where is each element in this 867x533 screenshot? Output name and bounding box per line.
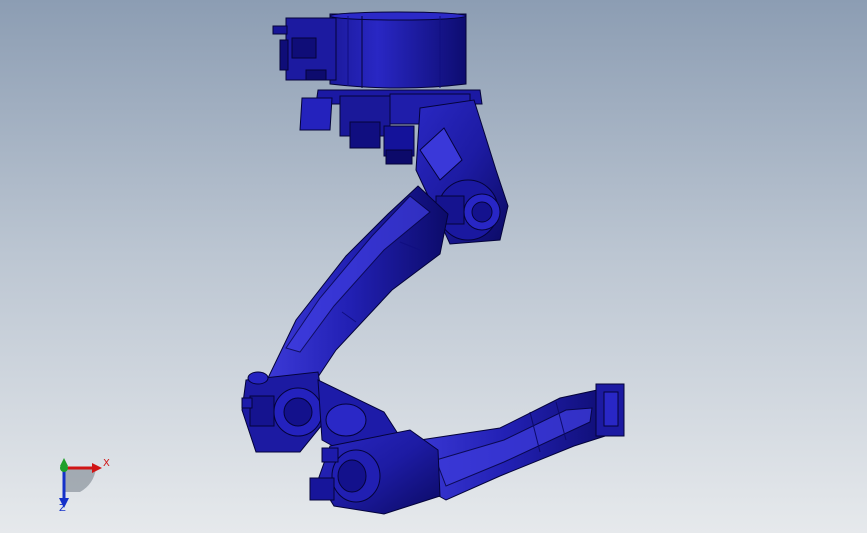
forearm[interactable] bbox=[409, 383, 625, 501]
graphics-viewport[interactable]: X Z bbox=[0, 0, 867, 533]
robot-arm-model[interactable] bbox=[0, 0, 867, 533]
upper-arm[interactable] bbox=[267, 185, 449, 387]
y-axis-arrow bbox=[60, 458, 68, 472]
triad-shadow bbox=[64, 468, 96, 492]
x-axis-label: X bbox=[103, 458, 110, 469]
z-axis-label: Z bbox=[59, 503, 66, 514]
